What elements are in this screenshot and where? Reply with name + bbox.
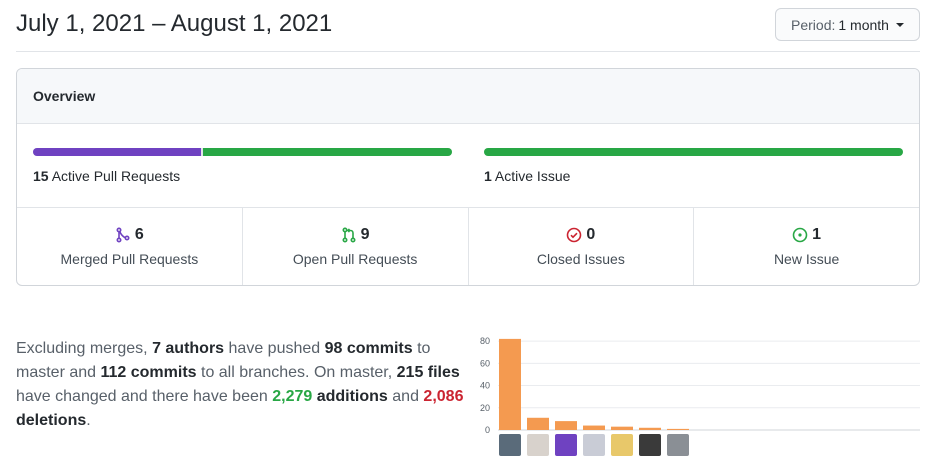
chart-svg: 0 20 40 60 80 [480, 336, 920, 456]
caret-down-icon [895, 22, 904, 27]
closed-issues-count: 0 [586, 226, 596, 243]
commit-summary: Excluding merges, 7 authors have pushed … [16, 337, 466, 433]
period-dropdown-button[interactable]: Period: 1 month [775, 8, 920, 41]
open-issues-segment [484, 148, 903, 156]
open-pr-count: 9 [360, 226, 370, 243]
active-issue-caption: 1 Active Issue [484, 168, 903, 184]
period-label: Period: [791, 16, 836, 33]
bar [583, 425, 605, 430]
bar [639, 427, 661, 430]
summary-text-6: and [387, 388, 424, 405]
active-pull-requests-label: Active Pull Requests [51, 168, 181, 184]
files-changed-count: 215 files [396, 364, 460, 381]
overview-bars: 15 Active Pull Requests 1 Active Issue [17, 124, 919, 208]
overview-title: Overview [17, 69, 919, 124]
period-value: 1 month [838, 16, 889, 33]
pull-request-icon [341, 227, 357, 243]
authors-count[interactable]: 7 authors [152, 340, 224, 357]
additions-word: additions [312, 388, 388, 405]
bar [667, 428, 689, 430]
deletions-count: 2,086 [423, 388, 464, 405]
summary-text-4: to all branches. On master, [196, 364, 397, 381]
open-segment [202, 148, 452, 156]
stat-new-issue[interactable]: 1 New Issue [694, 208, 919, 285]
master-commits-count: 98 commits [324, 340, 413, 357]
stat-closed-issues[interactable]: 0 Closed Issues [469, 208, 695, 285]
summary-text-7: . [86, 412, 91, 429]
merge-icon [115, 227, 131, 243]
avatar-icon [583, 434, 605, 456]
closed-issues-label: Closed Issues [536, 251, 625, 267]
merged-segment [33, 148, 201, 156]
additions-count: 2,279 [272, 388, 313, 405]
avatar-icon [667, 434, 689, 456]
date-range-title: July 1, 2021 – August 1, 2021 [16, 10, 333, 37]
merged-count: 6 [134, 226, 144, 243]
overview-stats: 6 Merged Pull Requests 9 Open Pull Reque… [17, 208, 919, 285]
new-issue-count: 1 [812, 226, 822, 243]
bar [527, 417, 549, 430]
contributors-bar-chart: 0 20 40 60 80 [470, 320, 930, 470]
bar [611, 426, 633, 430]
new-issue-label: New Issue [773, 251, 840, 267]
summary-text-5: have changed and there have been [16, 388, 273, 405]
stat-merged-pull-requests[interactable]: 6 Merged Pull Requests [17, 208, 243, 285]
summary-text-1: Excluding merges, [16, 340, 153, 357]
page-header: July 1, 2021 – August 1, 2021 Period: 1 … [16, 0, 920, 52]
avatar-icon [499, 434, 521, 456]
y-tick-label: 60 [480, 358, 490, 368]
active-issue-count: 1 [484, 168, 492, 184]
active-issue-label: Active Issue [494, 168, 571, 184]
active-pull-requests-count: 15 [33, 168, 49, 184]
y-tick-label: 40 [480, 381, 490, 391]
open-pr-label: Open Pull Requests [292, 251, 418, 267]
bar [555, 421, 577, 430]
all-commits-count: 112 commits [100, 364, 197, 381]
pull-requests-summary[interactable]: 15 Active Pull Requests [33, 148, 452, 184]
issues-summary[interactable]: 1 Active Issue [484, 148, 903, 184]
deletions-word: deletions [16, 412, 87, 429]
avatar-icon [555, 434, 577, 456]
y-tick-label: 80 [480, 336, 490, 346]
avatar-icon [639, 434, 661, 456]
issues-progress-bar [484, 148, 903, 156]
active-pull-requests-caption: 15 Active Pull Requests [33, 168, 452, 184]
issue-closed-icon [566, 227, 582, 243]
merged-label: Merged Pull Requests [60, 251, 199, 267]
issue-opened-icon [792, 227, 808, 243]
pull-requests-progress-bar [33, 148, 452, 156]
y-tick-label: 20 [480, 403, 490, 413]
y-tick-label: 0 [485, 425, 490, 435]
overview-panel: Overview 15 Active Pull Requests 1 Activ… [16, 68, 920, 286]
avatar-icon [611, 434, 633, 456]
bar [499, 338, 521, 430]
summary-text-2: have pushed [224, 340, 325, 357]
stat-open-pull-requests[interactable]: 9 Open Pull Requests [243, 208, 469, 285]
avatar-icon [527, 434, 549, 456]
